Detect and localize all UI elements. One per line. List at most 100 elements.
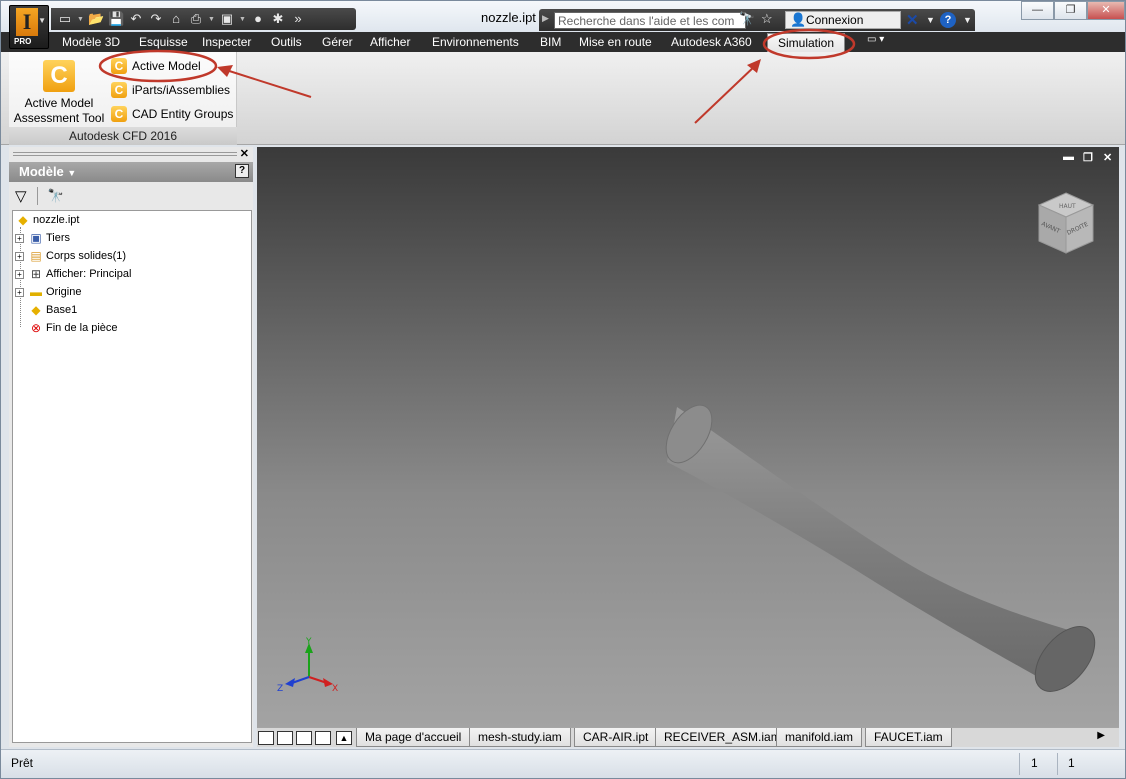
active-model-button[interactable]: C Active Model <box>111 56 201 76</box>
y-axis-label: Y <box>305 637 312 647</box>
tile-vertical-icon[interactable] <box>315 731 331 745</box>
expand-icon[interactable]: + <box>15 287 24 297</box>
application-menu-button[interactable]: I PRO ▼ <box>9 5 49 49</box>
binoculars-search-icon[interactable]: 🔭 <box>48 188 64 204</box>
new-icon[interactable]: ▭ <box>57 11 73 27</box>
tree-node-label: nozzle.ipt <box>33 214 80 226</box>
appearance-icon[interactable]: ● <box>250 11 266 27</box>
expand-icon[interactable]: + <box>15 233 24 243</box>
tree-node-solid-bodies[interactable]: + ▤ Corps solides(1) <box>15 247 126 265</box>
tree-node-base1[interactable]: ◆ Base1 <box>28 301 77 319</box>
home-icon[interactable]: ⌂ <box>168 11 184 27</box>
filter-icon[interactable]: ▽ <box>15 187 27 205</box>
doc-tab-mesh-study[interactable]: mesh-study.iam <box>469 728 571 747</box>
tab-mise-en-route[interactable]: Mise en route <box>579 33 652 52</box>
doc-tab-home[interactable]: Ma page d'accueil <box>356 728 471 747</box>
tile-horizontal-icon[interactable] <box>296 731 312 745</box>
graphics-viewport[interactable]: ▬ ❐ ✕ HAUT AVANT DROITE Y X Z <box>257 147 1119 727</box>
expand-icon[interactable]: + <box>15 251 24 261</box>
nozzle-body <box>667 407 1090 682</box>
chevron-down-icon: ▼ <box>38 16 46 25</box>
login-label: Connexion <box>806 13 864 27</box>
print-icon[interactable]: ⎙ <box>188 11 204 27</box>
application-window: I PRO ▼ ▭ ▼ 📂 💾 ↶ ↷ ⌂ ⎙ ▼ ▣ ▼ ● ✱ » nozzle.… <box>0 0 1126 779</box>
tree-node-label: Base1 <box>46 304 78 316</box>
active-model-assessment-tool-button[interactable]: C Active Model Assessment Tool <box>13 60 105 126</box>
cfd-icon: C <box>111 82 127 98</box>
browser-title: Modèle <box>19 164 64 179</box>
tile-layout-icon[interactable] <box>277 731 293 745</box>
help-icon[interactable]: ? <box>940 12 956 28</box>
active-model-label: Active Model <box>132 59 201 73</box>
expand-icon[interactable]: + <box>15 269 24 279</box>
doc-tab-car-air[interactable]: CAR-AIR.ipt <box>574 728 658 747</box>
browser-toolbar: ▽ 🔭 <box>9 183 253 209</box>
tree-node-label: Corps solides(1) <box>46 250 127 262</box>
doc-tab-manifold[interactable]: manifold.iam <box>776 728 863 747</box>
open-icon[interactable]: 📂 <box>88 11 104 27</box>
tree-node-end-of-part[interactable]: ⊗ Fin de la pièce <box>28 319 118 337</box>
save-icon[interactable]: 💾 <box>108 11 124 27</box>
redo-icon[interactable]: ↷ <box>148 11 164 27</box>
tree-node-origin[interactable]: + ▬ Origine <box>15 283 81 301</box>
doc-tab-faucet[interactable]: FAUCET.iam <box>865 728 952 747</box>
model-tree: ◆ nozzle.ipt + ▣ Tiers + ▤ Corps solides… <box>12 210 252 743</box>
tab-environnements[interactable]: Environnements <box>432 33 519 52</box>
more-icon[interactable]: » <box>290 11 306 27</box>
maximize-button[interactable]: ❐ <box>1054 1 1087 20</box>
tab-inspecter[interactable]: Inspecter <box>202 33 251 52</box>
material-icon[interactable]: ▣ <box>219 11 235 27</box>
chevron-down-icon[interactable]: ▼ <box>963 15 972 25</box>
panel-title[interactable]: Autodesk CFD 2016 <box>9 127 237 145</box>
login-button[interactable]: 👤 Connexion <box>785 11 901 29</box>
adjust-icon[interactable]: ✱ <box>270 11 286 27</box>
browser-grip[interactable] <box>13 152 237 156</box>
inventor-logo-icon: I <box>16 8 38 36</box>
chevron-down-icon[interactable]: ▼ <box>208 16 215 23</box>
help-icon[interactable]: ? <box>235 164 249 178</box>
ribbon-display-options-icon[interactable]: ▭ ▾ <box>867 34 884 45</box>
tree-node-root[interactable]: ◆ nozzle.ipt <box>15 211 79 229</box>
favorites-star-icon[interactable]: ☆ <box>761 11 773 27</box>
z-axis-arrow <box>285 678 295 687</box>
status-bar: Prêt 1 1 <box>1 749 1125 778</box>
browser-header[interactable]: Modèle ▼ ? <box>9 162 253 182</box>
chevron-down-icon[interactable]: ▼ <box>926 15 935 25</box>
tab-afficher[interactable]: Afficher <box>370 33 410 52</box>
iparts-iassemblies-button[interactable]: C iParts/iAssemblies <box>111 80 230 100</box>
tree-node-view-rep[interactable]: + ⊞ Afficher: Principal <box>15 265 131 283</box>
tab-simulation[interactable]: Simulation <box>767 33 846 52</box>
status-divider <box>1019 753 1020 775</box>
axis-triad: Y X Z <box>277 637 338 694</box>
extrusion-icon: ◆ <box>31 303 41 317</box>
cad-entity-groups-button[interactable]: C CAD Entity Groups <box>111 104 233 124</box>
status-count-b: 1 <box>1068 756 1075 770</box>
tab-modele-3d[interactable]: Modèle 3D <box>62 33 120 52</box>
tree-node-label: Fin de la pièce <box>46 322 118 334</box>
help-search-input[interactable]: Recherche dans l'aide et les com <box>554 12 746 29</box>
tree-node-tiers[interactable]: + ▣ Tiers <box>15 229 70 247</box>
tab-gerer[interactable]: Gérer <box>322 33 353 52</box>
close-icon[interactable]: ✕ <box>240 147 249 160</box>
tab-bim[interactable]: BIM <box>540 33 561 52</box>
chevron-down-icon[interactable]: ▼ <box>77 16 84 23</box>
tab-autodesk-a360[interactable]: Autodesk A360 <box>671 33 752 52</box>
cfd-icon: C <box>43 60 75 92</box>
third-party-icon: ▣ <box>30 231 42 245</box>
status-text: Prêt <box>11 756 34 770</box>
binoculars-search-icon[interactable]: 🔭 <box>739 11 755 27</box>
undo-icon[interactable]: ↶ <box>128 11 144 27</box>
tab-esquisse[interactable]: Esquisse <box>139 33 188 52</box>
nozzle-model[interactable] <box>257 147 1119 727</box>
exchange-apps-icon[interactable]: ✕ <box>906 11 919 29</box>
cascade-layout-icon[interactable] <box>258 731 274 745</box>
minimize-button[interactable]: — <box>1021 1 1054 20</box>
chevron-up-icon[interactable]: ▲ <box>336 731 352 745</box>
close-button[interactable]: ✕ <box>1087 1 1125 20</box>
tree-node-label: Origine <box>46 286 82 298</box>
chevron-right-icon[interactable]: ▶ <box>1097 730 1105 741</box>
chevron-down-icon[interactable]: ▼ <box>239 16 246 23</box>
doc-tab-receiver-asm[interactable]: RECEIVER_ASM.iam <box>655 728 790 747</box>
tab-outils[interactable]: Outils <box>271 33 302 52</box>
chevron-right-icon[interactable]: ▶ <box>542 13 549 24</box>
